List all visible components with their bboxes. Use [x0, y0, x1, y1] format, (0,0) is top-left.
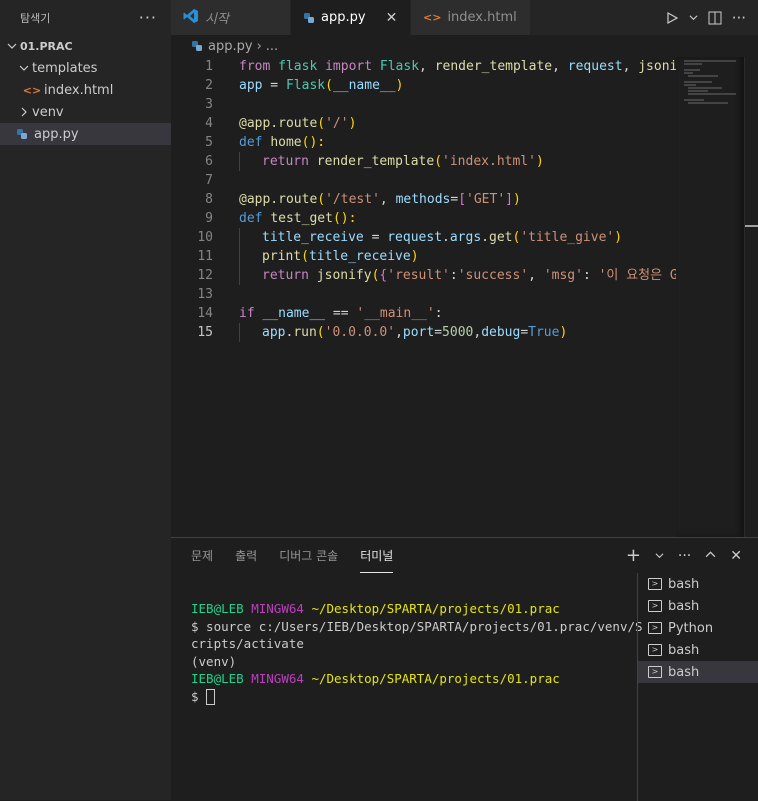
terminal-venv: (venv) [191, 653, 237, 669]
code-editor[interactable]: 1 from flask import Flask, render_templat… [171, 57, 676, 537]
chevron-right-icon [16, 107, 32, 117]
breadcrumb: app.py › ... [171, 35, 758, 57]
more-actions-icon[interactable]: ··· [732, 9, 746, 27]
code-line: 8 @app.route('/test', methods=['GET']) [205, 192, 521, 207]
tab-problems[interactable]: 문제 [191, 538, 213, 573]
tree-item-app-py[interactable]: app.py [0, 123, 171, 145]
terminal-item-bash[interactable]: > bash [638, 639, 758, 661]
terminal-list: > bash > bash > Python > bash > bash [637, 573, 758, 801]
python-file-icon [303, 12, 315, 24]
html-file-icon: <> [22, 83, 42, 97]
panel-actions: + ··· ✕ [626, 545, 758, 566]
code-line: 5 def home(): [205, 135, 326, 150]
terminal-command: $ source c:/Users/IEB/Desktop/SPARTA/pro… [191, 618, 643, 634]
code-line: 7 [205, 173, 213, 188]
tree-item-label: app.py [34, 126, 79, 142]
tab-label: 시작 [205, 12, 229, 27]
run-icon[interactable] [665, 11, 679, 25]
chevron-down-icon[interactable] [655, 548, 664, 564]
folder-root-label: 01.PRAC [20, 39, 73, 53]
tree-item-templates[interactable]: templates [0, 57, 171, 79]
terminal-icon: > [648, 666, 662, 678]
chevron-down-icon [16, 63, 32, 73]
terminal-output[interactable]: IEB@LEB MINGW64 ~/Desktop/SPARTA/project… [191, 600, 643, 705]
terminal-item-bash[interactable]: > bash [638, 595, 758, 617]
breadcrumb-file[interactable]: app.py [208, 39, 253, 54]
terminal-icon: > [648, 578, 662, 590]
code-line: 11 print(title_receive) [197, 247, 419, 266]
chevron-right-icon: › [256, 38, 262, 54]
terminal-cursor [206, 689, 216, 705]
more-actions-icon[interactable]: ··· [139, 8, 157, 27]
tab-app-py[interactable]: app.py ✕ [291, 0, 411, 35]
vscode-logo-icon [183, 8, 199, 28]
terminal-input-line[interactable]: $ [191, 688, 631, 705]
code-line: 6 return render_template('index.html') [205, 152, 544, 171]
close-icon[interactable]: ✕ [730, 548, 742, 564]
close-icon[interactable]: ✕ [386, 10, 398, 26]
terminal-item-bash[interactable]: > bash [638, 573, 758, 595]
terminal-icon: > [648, 600, 662, 612]
html-file-icon: <> [423, 11, 442, 24]
tab-label: app.py [321, 10, 366, 25]
bottom-panel: 문제 출력 디버그 콘솔 터미널 + ··· ✕ IEB@LEB MINGW64… [171, 537, 758, 801]
explorer-header: 탐색기 ··· [0, 0, 171, 35]
editor-actions: ··· [665, 0, 758, 35]
tab-welcome[interactable]: 시작 [171, 0, 291, 35]
split-editor-icon[interactable] [708, 11, 722, 25]
code-line: 14 if __name__ == '__main__': [197, 306, 443, 321]
editor-tabs: 시작 app.py ✕ <> index.html ··· [171, 0, 758, 35]
tab-terminal[interactable]: 터미널 [360, 538, 394, 573]
chevron-down-icon[interactable] [689, 13, 698, 22]
tab-label: index.html [447, 10, 517, 25]
python-file-icon [191, 40, 203, 52]
more-actions-icon[interactable]: ··· [678, 548, 691, 564]
breadcrumb-rest[interactable]: ... [266, 39, 278, 54]
code-line: 9 def test_get(): [205, 211, 357, 226]
tree-item-venv[interactable]: venv [0, 101, 171, 123]
code-line-current: 15 app.run('0.0.0.0',port=5000,debug=True… [197, 323, 568, 342]
terminal-icon: > [648, 622, 662, 634]
code-line: 4 @app.route('/') [205, 116, 357, 131]
tab-index-html[interactable]: <> index.html [411, 0, 531, 35]
code-line: 2 app = Flask(__name__) [205, 78, 404, 93]
maximize-panel-icon[interactable] [705, 548, 716, 564]
python-file-icon [14, 128, 30, 140]
new-terminal-button[interactable]: + [626, 545, 641, 566]
code-line: 1 from flask import Flask, render_templat… [205, 59, 676, 74]
folder-root[interactable]: 01.PRAC [0, 35, 171, 57]
scroll-position-marker [745, 225, 758, 227]
terminal-item-bash-active[interactable]: > bash [638, 661, 758, 683]
code-line: 3 [205, 97, 213, 112]
code-line: 10 title_receive = request.args.get('titl… [197, 228, 623, 247]
minimap[interactable] [676, 57, 744, 537]
explorer-sidebar: 탐색기 ··· 01.PRAC templates <> index.html … [0, 0, 171, 800]
editor-scrollbar[interactable] [744, 57, 758, 537]
terminal-command-wrap: cripts/activate [191, 636, 304, 651]
terminal-prompt-line: IEB@LEB MINGW64 ~/Desktop/SPARTA/project… [191, 601, 560, 616]
code-line: 12 return jsonify({'result':'success', 'm… [197, 266, 676, 285]
chevron-down-icon [4, 41, 20, 51]
tree-item-label: index.html [44, 82, 114, 98]
tab-debug-console[interactable]: 디버그 콘솔 [279, 538, 338, 573]
tree-item-label: venv [32, 104, 64, 120]
panel-tabs: 문제 출력 디버그 콘솔 터미널 + ··· ✕ [171, 538, 758, 573]
tree-item-label: templates [32, 60, 98, 76]
tree-item-index-html[interactable]: <> index.html [0, 79, 171, 101]
code-line: 13 [197, 287, 213, 302]
terminal-item-python[interactable]: > Python [638, 617, 758, 639]
terminal-prompt-line: IEB@LEB MINGW64 ~/Desktop/SPARTA/project… [191, 671, 560, 686]
terminal-icon: > [648, 644, 662, 656]
tab-output[interactable]: 출력 [235, 538, 257, 573]
explorer-title: 탐색기 [20, 11, 51, 25]
